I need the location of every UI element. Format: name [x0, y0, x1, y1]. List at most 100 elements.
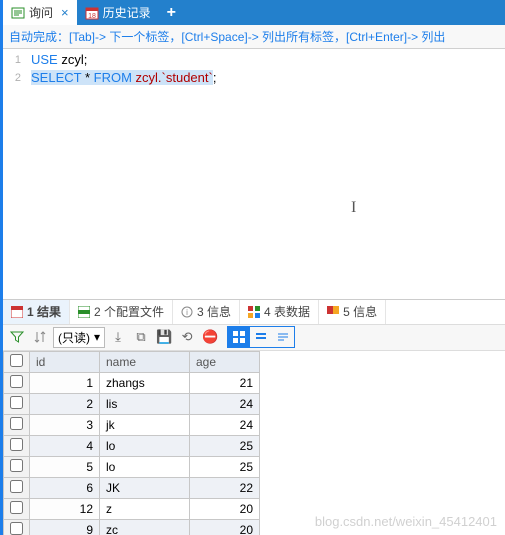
readonly-dropdown[interactable]: (只读) ▾ [53, 327, 105, 348]
line-number: 1 [3, 51, 21, 69]
table-row[interactable]: 2lis24 [4, 394, 260, 415]
cell-name[interactable]: JK [100, 478, 190, 499]
tab-info1-label: 3 信息 [197, 303, 231, 320]
cell-age[interactable]: 20 [190, 520, 260, 535]
row-checkbox-cell[interactable] [4, 415, 30, 436]
autocomplete-hint: 自动完成：[Tab]-> 下一个标签，[Ctrl+Space]-> 列出所有标签… [3, 25, 505, 48]
grid-view-icon[interactable] [228, 327, 250, 347]
info-icon: i [181, 306, 193, 318]
cell-age[interactable]: 25 [190, 436, 260, 457]
table-row[interactable]: 5lo25 [4, 457, 260, 478]
row-checkbox-cell[interactable] [4, 457, 30, 478]
code-line: USE zcyl; [31, 51, 216, 69]
row-checkbox[interactable] [10, 522, 23, 535]
table-row[interactable]: 1zhangs21 [4, 373, 260, 394]
row-checkbox[interactable] [10, 396, 23, 409]
tab-info2[interactable]: 5 信息 [319, 300, 386, 324]
results-tabbar: 1 结果 2 个配置文件 i 3 信息 4 表数据 5 信息 [3, 299, 505, 324]
tab-tabledata[interactable]: 4 表数据 [240, 300, 319, 324]
cell-name[interactable]: z [100, 499, 190, 520]
grid-icon [248, 306, 260, 318]
code-line: SELECT * FROM zcyl.`student`; [31, 69, 216, 87]
table-row[interactable]: 9zc20 [4, 520, 260, 535]
sql-icon [11, 6, 25, 20]
row-checkbox[interactable] [10, 501, 23, 514]
cell-name[interactable]: zhangs [100, 373, 190, 394]
sort-icon[interactable] [30, 327, 50, 347]
cell-age[interactable]: 25 [190, 457, 260, 478]
cell-name[interactable]: lis [100, 394, 190, 415]
cell-id[interactable]: 9 [30, 520, 100, 535]
tab-query[interactable]: 询问 × [3, 0, 77, 25]
svg-text:i: i [186, 308, 188, 317]
cell-age[interactable]: 24 [190, 394, 260, 415]
select-all-checkbox[interactable] [10, 354, 23, 367]
results-table: id name age 1zhangs212lis243jk244lo255lo… [3, 351, 260, 535]
row-checkbox[interactable] [10, 480, 23, 493]
cell-id[interactable]: 2 [30, 394, 100, 415]
cell-id[interactable]: 5 [30, 457, 100, 478]
tab-tabledata-label: 4 表数据 [264, 303, 310, 320]
copy-icon[interactable]: ⧉ [131, 327, 151, 347]
sql-editor[interactable]: 1 2 USE zcyl; SELECT * FROM zcyl.`studen… [3, 49, 505, 299]
export-icon[interactable]: ⤓ [108, 327, 128, 347]
results-toolbar: (只读) ▾ ⤓ ⧉ 💾 ⟲ ⛔ [3, 324, 505, 351]
cell-age[interactable]: 21 [190, 373, 260, 394]
profile-icon [78, 306, 90, 318]
row-checkbox-cell[interactable] [4, 478, 30, 499]
table-row[interactable]: 6JK22 [4, 478, 260, 499]
tab-add[interactable]: + [159, 0, 184, 25]
row-checkbox-cell[interactable] [4, 499, 30, 520]
col-name[interactable]: name [100, 352, 190, 373]
tab-history-label: 历史记录 [103, 4, 151, 21]
cell-id[interactable]: 1 [30, 373, 100, 394]
readonly-label: (只读) [58, 329, 90, 346]
cell-name[interactable]: zc [100, 520, 190, 535]
close-icon[interactable]: × [61, 5, 69, 20]
cell-name[interactable]: lo [100, 457, 190, 478]
results-grid[interactable]: id name age 1zhangs212lis243jk244lo255lo… [3, 351, 505, 535]
cell-age[interactable]: 20 [190, 499, 260, 520]
chevron-down-icon: ▾ [94, 330, 100, 344]
tab-history[interactable]: 18 历史记录 [77, 0, 159, 25]
watermark: blog.csdn.net/weixin_45412401 [315, 514, 497, 529]
cell-name[interactable]: jk [100, 415, 190, 436]
table-row[interactable]: 3jk24 [4, 415, 260, 436]
row-checkbox[interactable] [10, 459, 23, 472]
col-id[interactable]: id [30, 352, 100, 373]
row-checkbox[interactable] [10, 438, 23, 451]
col-age[interactable]: age [190, 352, 260, 373]
tab-profiles[interactable]: 2 个配置文件 [70, 300, 173, 324]
cell-age[interactable]: 22 [190, 478, 260, 499]
row-checkbox-cell[interactable] [4, 394, 30, 415]
cell-id[interactable]: 4 [30, 436, 100, 457]
stop-icon[interactable]: ⛔ [200, 327, 220, 347]
cell-age[interactable]: 24 [190, 415, 260, 436]
table-row[interactable]: 12z20 [4, 499, 260, 520]
row-checkbox-cell[interactable] [4, 436, 30, 457]
cell-name[interactable]: lo [100, 436, 190, 457]
table-row[interactable]: 4lo25 [4, 436, 260, 457]
form-view-icon[interactable] [250, 327, 272, 347]
row-checkbox[interactable] [10, 375, 23, 388]
table-header-row: id name age [4, 352, 260, 373]
tab-info1[interactable]: i 3 信息 [173, 300, 240, 324]
refresh-icon[interactable]: ⟲ [177, 327, 197, 347]
code-area[interactable]: USE zcyl; SELECT * FROM zcyl.`student`; [25, 49, 222, 299]
cell-id[interactable]: 6 [30, 478, 100, 499]
row-checkbox-cell[interactable] [4, 520, 30, 535]
calendar-icon: 18 [85, 6, 99, 20]
table-icon [11, 306, 23, 318]
tab-results[interactable]: 1 结果 [3, 300, 70, 324]
plus-icon: + [167, 4, 176, 22]
flag-icon [327, 306, 339, 318]
filter-icon[interactable] [7, 327, 27, 347]
cell-id[interactable]: 12 [30, 499, 100, 520]
cell-id[interactable]: 3 [30, 415, 100, 436]
select-all-header[interactable] [4, 352, 30, 373]
row-checkbox[interactable] [10, 417, 23, 430]
text-view-icon[interactable] [272, 327, 294, 347]
row-checkbox-cell[interactable] [4, 373, 30, 394]
save-icon[interactable]: 💾 [154, 327, 174, 347]
tab-results-label: 1 结果 [27, 303, 61, 320]
